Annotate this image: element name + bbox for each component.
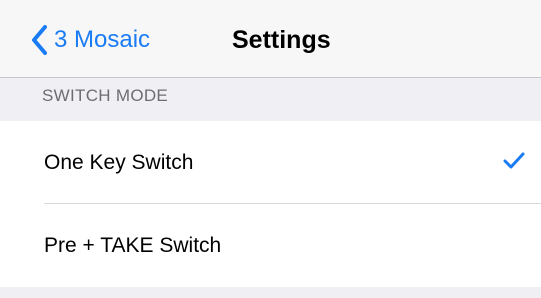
section-header-switch-mode: SWITCH MODE [42,86,169,105]
option-label: Pre + TAKE Switch [44,233,222,257]
option-pre-take-switch[interactable]: Pre + TAKE Switch [0,204,541,287]
checkmark-icon [503,152,525,169]
back-button[interactable]: 3 Mosaic [30,22,150,58]
page-title: Settings [232,26,331,54]
chevron-left-icon [32,25,47,55]
group-footer-spacer [0,287,541,298]
switch-mode-options: One Key Switch Pre + TAKE Switch [0,121,541,287]
back-button-label: 3 Mosaic [54,26,151,53]
option-label: One Key Switch [44,150,194,174]
option-one-key-switch[interactable]: One Key Switch [0,121,541,204]
navigation-bar: 3 Mosaic Settings [0,0,541,78]
